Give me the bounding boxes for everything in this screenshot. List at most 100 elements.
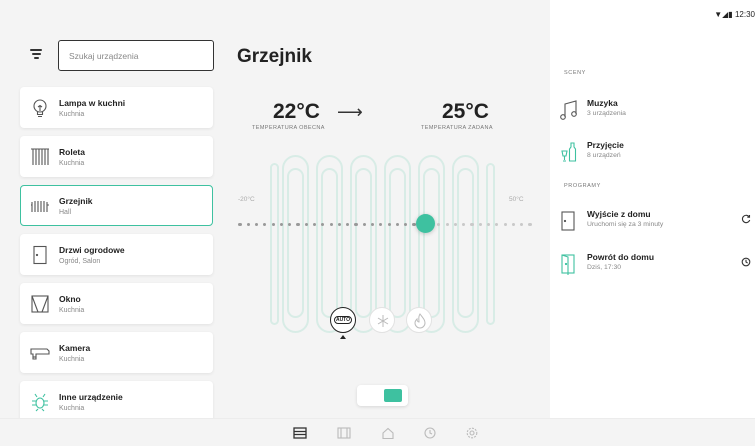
slider-track-dot bbox=[288, 223, 292, 227]
slider-track-dot bbox=[321, 223, 325, 227]
slider-track-dot bbox=[503, 223, 507, 227]
arrow-right-icon: ⟶ bbox=[337, 102, 363, 122]
device-name: Inne urządzenie bbox=[59, 392, 123, 402]
slider-knob[interactable] bbox=[416, 214, 436, 233]
device-room: Kuchnia bbox=[59, 307, 85, 314]
slider-track-dot bbox=[511, 223, 516, 227]
scene-name: Przyjęcie bbox=[587, 140, 624, 150]
radiator-icon bbox=[31, 201, 49, 212]
exit-door-icon bbox=[561, 211, 575, 231]
device-room: Kuchnia bbox=[59, 356, 85, 363]
window-icon bbox=[31, 295, 49, 313]
slider-track-dot bbox=[354, 223, 358, 227]
lamp-icon bbox=[33, 99, 47, 118]
devices-icon[interactable] bbox=[293, 427, 307, 439]
slider-track-dot bbox=[495, 223, 499, 227]
mode-heat-button[interactable] bbox=[406, 307, 432, 333]
slider-track-dot bbox=[337, 223, 342, 227]
device-room: Ogród, Salon bbox=[59, 258, 101, 265]
device-name: Roleta bbox=[59, 147, 85, 157]
clock-icon[interactable] bbox=[423, 427, 437, 439]
slider-track-dot bbox=[329, 223, 333, 227]
target-temperature-label: TEMPERATURA ZADANA bbox=[421, 125, 493, 131]
current-temperature-label: TEMPERATURA OBECNA bbox=[252, 125, 325, 131]
slider-track-dot bbox=[296, 223, 300, 227]
mode-cool-button[interactable] bbox=[369, 307, 395, 333]
auto-icon: AUTO bbox=[334, 316, 352, 324]
device-item-kamera[interactable]: Kamera Kuchnia bbox=[20, 332, 213, 373]
scene-item-przyjecie[interactable]: Przyjęcie 8 urządzeń bbox=[559, 139, 755, 169]
program-item-wyjscie[interactable]: Wyjście z domu Uruchomi się za 3 minuty bbox=[559, 208, 755, 238]
device-room: Kuchnia bbox=[59, 405, 85, 412]
snowflake-icon bbox=[377, 315, 389, 327]
device-item-roleta[interactable]: Roleta Kuchnia bbox=[20, 136, 213, 177]
slider-track-dot bbox=[528, 223, 532, 227]
device-item-okno[interactable]: Okno Kuchnia bbox=[20, 283, 213, 324]
slider-track-dot bbox=[520, 223, 524, 227]
device-detail: Grzejnik 22°C TEMPERATURA OBECNA ⟶ 25°C … bbox=[220, 0, 550, 418]
slider-track-dot bbox=[437, 223, 441, 227]
slider-track-dot bbox=[370, 223, 375, 227]
filter-icon[interactable] bbox=[30, 48, 44, 60]
slider-track-dot bbox=[478, 223, 482, 227]
enter-door-icon bbox=[561, 254, 575, 275]
home-icon[interactable] bbox=[381, 427, 395, 439]
bottom-navigation bbox=[0, 418, 755, 446]
bug-icon bbox=[32, 393, 48, 412]
target-temperature: 25°C bbox=[442, 100, 489, 123]
program-subtitle: Dziś, 17:30 bbox=[587, 264, 622, 271]
status-bar: ▼◢▮ 12:30 bbox=[714, 10, 755, 19]
slider-track-dot bbox=[362, 223, 366, 227]
device-item-lampa[interactable]: Lampa w kuchni Kuchnia bbox=[20, 87, 213, 128]
device-list: Lampa w kuchni Kuchnia Roleta Kuchnia Gr… bbox=[20, 87, 213, 430]
device-name: Drzwi ogrodowe bbox=[59, 245, 125, 255]
device-list-panel: Lampa w kuchni Kuchnia Roleta Kuchnia Gr… bbox=[0, 0, 220, 422]
clock-icon[interactable] bbox=[741, 257, 751, 267]
current-temperature: 22°C bbox=[273, 100, 320, 123]
slider-track-dot bbox=[271, 223, 275, 227]
slider-track-dot bbox=[412, 223, 416, 227]
slider-track-dot bbox=[238, 223, 242, 227]
door-icon bbox=[33, 245, 47, 265]
scene-subtitle: 8 urządzeń bbox=[587, 152, 621, 159]
flame-icon bbox=[414, 313, 426, 329]
program-subtitle: Uruchomi się za 3 minuty bbox=[587, 221, 664, 228]
toggle-thumb bbox=[384, 389, 402, 402]
scenes-heading: SCENY bbox=[564, 70, 586, 76]
slider-track-dot bbox=[462, 223, 466, 227]
slider-track-dot bbox=[379, 223, 383, 227]
device-item-inne[interactable]: Inne urządzenie Kuchnia bbox=[20, 381, 213, 422]
device-item-grzejnik[interactable]: Grzejnik Hall bbox=[20, 185, 213, 226]
settings-icon[interactable] bbox=[465, 427, 479, 439]
slider-track-dot bbox=[486, 223, 491, 227]
scene-subtitle: 3 urządzenia bbox=[587, 110, 626, 117]
range-max-label: 50°C bbox=[509, 196, 524, 203]
slider-track-dot bbox=[279, 223, 284, 227]
program-name: Powrót do domu bbox=[587, 252, 655, 262]
program-name: Wyjście z domu bbox=[587, 209, 651, 219]
device-item-drzwi[interactable]: Drzwi ogrodowe Ogród, Salon bbox=[20, 234, 213, 275]
scenes-icon[interactable] bbox=[337, 427, 351, 439]
selected-mode-indicator bbox=[340, 335, 346, 339]
search-input[interactable] bbox=[58, 40, 214, 71]
slider-track-dot bbox=[304, 223, 308, 227]
slider-track-dot bbox=[346, 223, 350, 227]
program-item-powrot[interactable]: Powrót do domu Dziś, 17:30 bbox=[559, 251, 755, 281]
refresh-icon[interactable] bbox=[741, 214, 751, 224]
power-toggle[interactable] bbox=[357, 385, 408, 406]
slider-track-dot bbox=[445, 223, 449, 227]
mode-auto-button[interactable]: AUTO bbox=[330, 307, 356, 333]
battery-icon: ▮ bbox=[728, 10, 733, 19]
slider-track-dot bbox=[254, 223, 259, 227]
programs-heading: PROGRAMY bbox=[564, 183, 601, 189]
device-name: Kamera bbox=[59, 343, 91, 353]
scene-item-muzyka[interactable]: Muzyka 3 urządzenia bbox=[559, 97, 755, 127]
temperature-slider[interactable] bbox=[238, 214, 532, 233]
slider-track-dot bbox=[453, 223, 458, 227]
device-name: Lampa w kuchni bbox=[59, 98, 126, 108]
device-room: Hall bbox=[59, 209, 72, 216]
wifi-icon: ▼ bbox=[714, 10, 723, 19]
camera-icon bbox=[30, 348, 50, 360]
device-name: Grzejnik bbox=[59, 196, 93, 206]
slider-track-dot bbox=[395, 223, 400, 227]
